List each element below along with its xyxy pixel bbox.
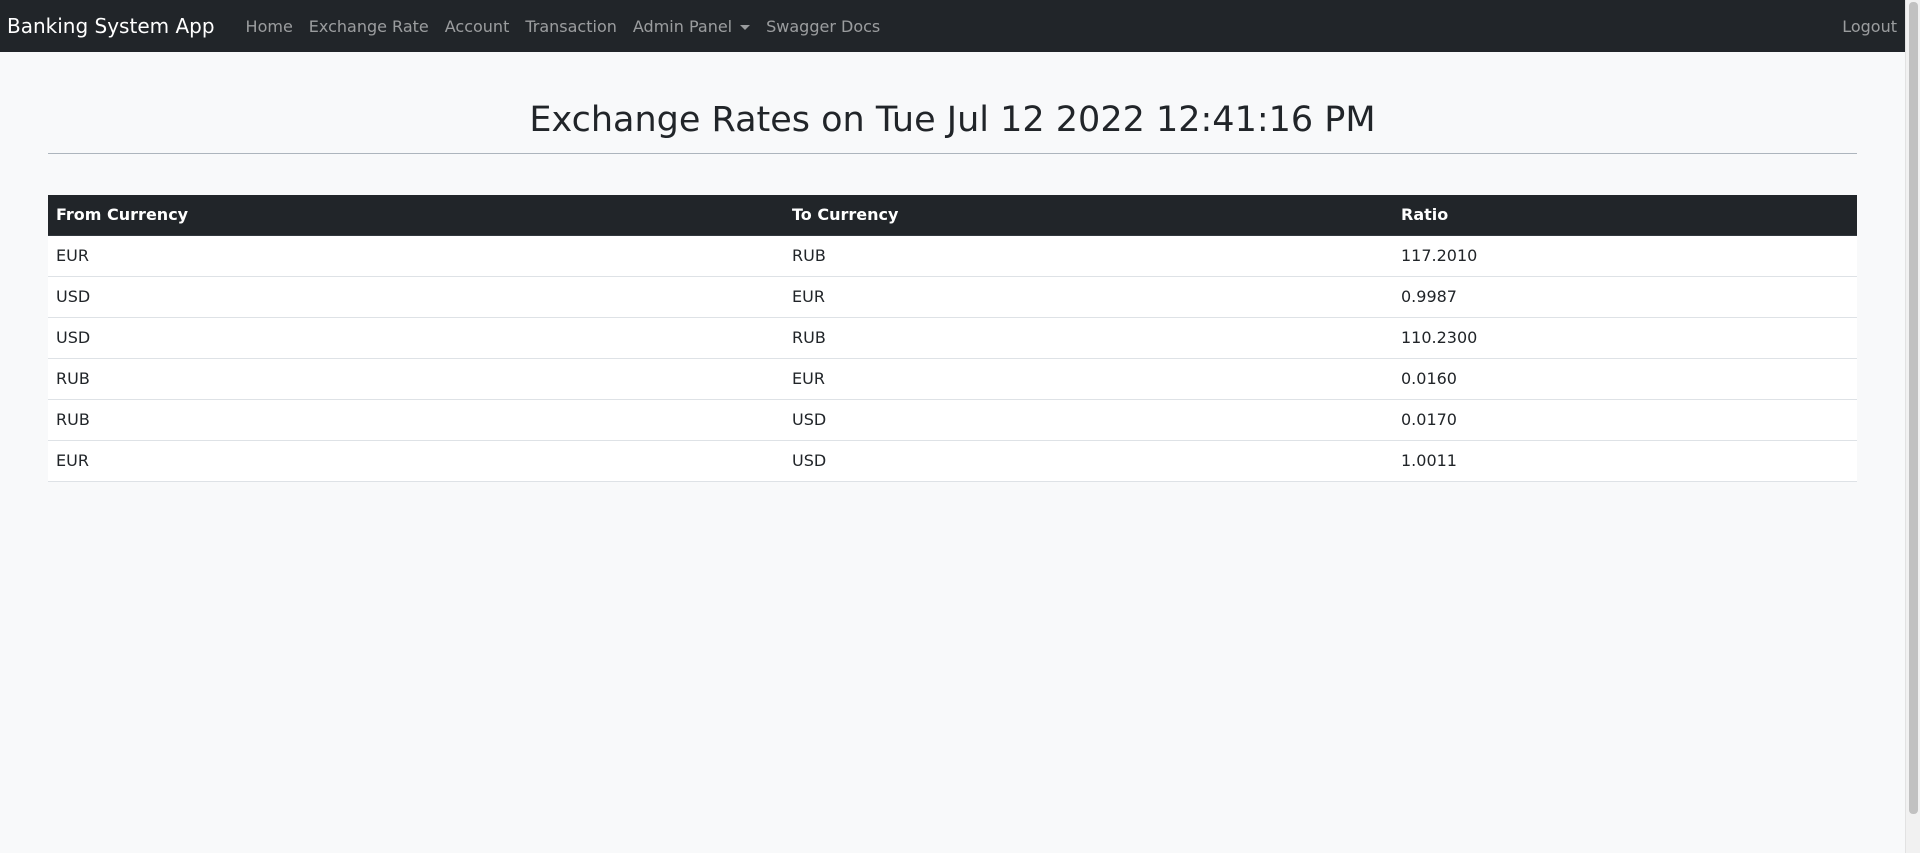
table-row: USD EUR 0.9987: [48, 276, 1857, 318]
nav-transaction[interactable]: Transaction: [517, 17, 625, 36]
cell-from-currency: EUR: [48, 235, 784, 277]
caret-down-icon: [740, 24, 751, 30]
cell-ratio: 0.9987: [1393, 276, 1857, 318]
nav-exchange-rate[interactable]: Exchange Rate: [301, 17, 437, 36]
brand-link[interactable]: Banking System App: [7, 14, 215, 38]
header-from-currency: From Currency: [48, 195, 784, 236]
top-navbar: Banking System App Home Exchange Rate Ac…: [0, 0, 1905, 52]
cell-from-currency: USD: [48, 317, 784, 359]
scrollbar-thumb[interactable]: [1909, 2, 1918, 814]
cell-from-currency: EUR: [48, 440, 784, 482]
cell-to-currency: EUR: [784, 276, 1393, 318]
table-row: EUR RUB 117.2010: [48, 235, 1857, 277]
cell-ratio: 117.2010: [1393, 235, 1857, 277]
cell-to-currency: EUR: [784, 358, 1393, 400]
table-row: USD RUB 110.2300: [48, 317, 1857, 359]
table-row: RUB EUR 0.0160: [48, 358, 1857, 400]
nav-account[interactable]: Account: [437, 17, 518, 36]
vertical-scrollbar[interactable]: [1905, 0, 1920, 853]
nav-swagger-docs[interactable]: Swagger Docs: [758, 17, 888, 36]
cell-to-currency: RUB: [784, 317, 1393, 359]
cell-from-currency: RUB: [48, 358, 784, 400]
logout-link[interactable]: Logout: [1834, 17, 1905, 36]
table-row: RUB USD 0.0170: [48, 399, 1857, 441]
cell-ratio: 1.0011: [1393, 440, 1857, 482]
header-to-currency: To Currency: [784, 195, 1393, 236]
cell-ratio: 0.0170: [1393, 399, 1857, 441]
page-title: Exchange Rates on Tue Jul 12 2022 12:41:…: [529, 100, 1376, 140]
header-ratio: Ratio: [1393, 195, 1857, 236]
cell-ratio: 0.0160: [1393, 358, 1857, 400]
nav-admin-panel-label: Admin Panel: [632, 16, 733, 36]
cell-to-currency: RUB: [784, 235, 1393, 277]
exchange-rates-table: From Currency To Currency Ratio EUR RUB …: [48, 195, 1857, 482]
cell-to-currency: USD: [784, 440, 1393, 482]
table-row: EUR USD 1.0011: [48, 440, 1857, 482]
nav-home[interactable]: Home: [238, 17, 301, 36]
cell-from-currency: RUB: [48, 399, 784, 441]
cell-ratio: 110.2300: [1393, 317, 1857, 359]
table-header-row: From Currency To Currency Ratio: [48, 195, 1857, 236]
nav-admin-panel-dropdown[interactable]: Admin Panel: [625, 17, 758, 36]
cell-to-currency: USD: [784, 399, 1393, 441]
cell-from-currency: USD: [48, 276, 784, 318]
title-divider: [48, 153, 1857, 154]
